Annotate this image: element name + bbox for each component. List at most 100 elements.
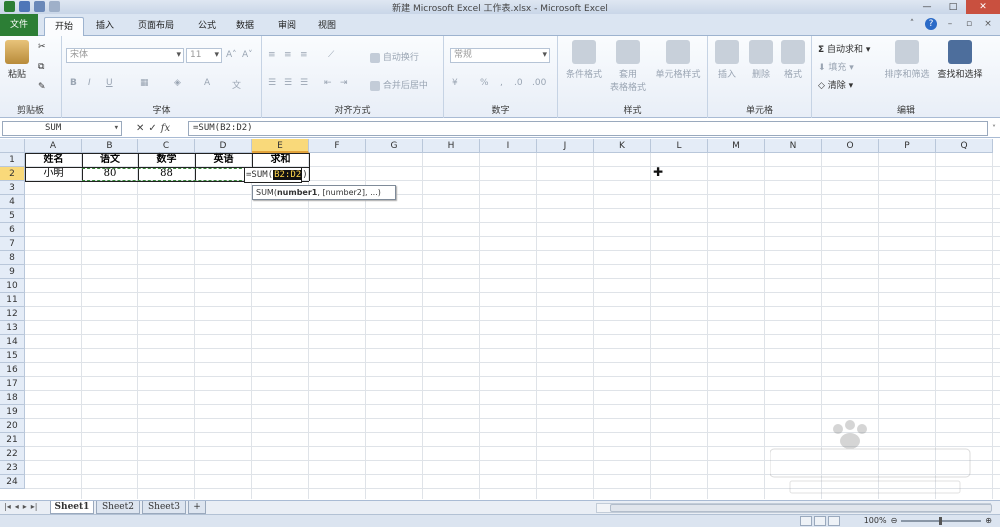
increase-indent-icon[interactable]: ⇥	[340, 78, 348, 88]
row-header-7[interactable]: 7	[0, 237, 25, 251]
row-header-21[interactable]: 21	[0, 433, 25, 447]
column-header-H[interactable]: H	[423, 139, 480, 153]
cell-B1[interactable]: 语文	[82, 153, 138, 167]
zoom-slider[interactable]	[901, 516, 982, 525]
insert-function-button[interactable]: fx	[161, 123, 170, 134]
fill-color-icon[interactable]: ◈	[174, 78, 181, 88]
shrink-font-icon[interactable]: A˅	[242, 50, 253, 60]
format-cells-button[interactable]: 格式	[778, 40, 808, 80]
close-button[interactable]: ✕	[966, 0, 1000, 14]
tab-page-layout[interactable]: 页面布局	[130, 17, 182, 36]
row-header-17[interactable]: 17	[0, 377, 25, 391]
cell-E1[interactable]: 求和	[252, 153, 309, 167]
page-break-view-button[interactable]	[828, 516, 840, 526]
row-header-9[interactable]: 9	[0, 265, 25, 279]
normal-view-button[interactable]	[800, 516, 812, 526]
wrap-text-button[interactable]: 自动换行	[370, 50, 419, 63]
next-sheet-icon[interactable]: ▸	[23, 502, 27, 511]
grow-font-icon[interactable]: A˄	[226, 50, 237, 60]
autosum-button[interactable]: Σ 自动求和 ▾	[818, 42, 870, 55]
border-icon[interactable]: ▦	[140, 78, 149, 88]
copy-icon[interactable]: ⧉	[38, 62, 44, 72]
enter-formula-icon[interactable]: ✓	[148, 123, 156, 134]
row-header-14[interactable]: 14	[0, 335, 25, 349]
first-sheet-icon[interactable]: |◂	[4, 502, 11, 511]
row-header-12[interactable]: 12	[0, 307, 25, 321]
horizontal-scroll-thumb[interactable]	[610, 504, 992, 512]
zoom-level[interactable]: 100%	[864, 516, 887, 525]
cell-C2[interactable]: 88	[138, 167, 195, 181]
italic-icon[interactable]: I	[88, 78, 91, 88]
row-header-15[interactable]: 15	[0, 349, 25, 363]
column-header-N[interactable]: N	[765, 139, 822, 153]
help-icon[interactable]: ?	[925, 18, 937, 30]
zoom-in-icon[interactable]: ⊕	[985, 516, 992, 525]
function-tooltip[interactable]: SUM(number1, [number2], ...)	[252, 185, 396, 200]
tab-home[interactable]: 开始	[44, 17, 84, 36]
row-header-11[interactable]: 11	[0, 293, 25, 307]
tab-formulas[interactable]: 公式	[190, 17, 224, 36]
cell-A2[interactable]: 小明	[25, 167, 82, 181]
cut-icon[interactable]: ✂	[38, 42, 46, 52]
insert-cells-button[interactable]: 插入	[712, 40, 742, 80]
ribbon-minimize-icon[interactable]: ˄	[906, 18, 918, 30]
column-header-B[interactable]: B	[82, 139, 138, 153]
tab-data[interactable]: 数据	[228, 17, 262, 36]
expand-formula-icon[interactable]: ˅	[989, 121, 999, 136]
page-layout-view-button[interactable]	[814, 516, 826, 526]
row-header-8[interactable]: 8	[0, 251, 25, 265]
maximize-button[interactable]: □	[940, 0, 966, 14]
column-header-O[interactable]: O	[822, 139, 879, 153]
merge-center-button[interactable]: 合并后居中	[370, 78, 428, 91]
find-select-button[interactable]: 查找和选择	[934, 40, 986, 80]
align-left-icon[interactable]: ☰	[268, 78, 276, 88]
orientation-icon[interactable]: ⟋	[328, 50, 334, 60]
column-header-J[interactable]: J	[537, 139, 594, 153]
sheet-tab-3[interactable]: Sheet3	[142, 501, 186, 514]
formula-input[interactable]: =SUM(B2:D2)	[188, 121, 988, 136]
clear-button[interactable]: ◇ 清除 ▾	[818, 78, 853, 91]
sheet-tab-2[interactable]: Sheet2	[96, 501, 140, 514]
sheet-tab-1[interactable]: Sheet1	[50, 501, 94, 514]
cell-styles-button[interactable]: 单元格样式	[652, 40, 704, 80]
format-painter-icon[interactable]: ✎	[38, 82, 46, 92]
decrease-indent-icon[interactable]: ⇤	[324, 78, 332, 88]
row-header-22[interactable]: 22	[0, 447, 25, 461]
row-header-19[interactable]: 19	[0, 405, 25, 419]
row-header-24[interactable]: 24	[0, 475, 25, 489]
underline-icon[interactable]: U	[106, 78, 113, 88]
column-header-C[interactable]: C	[138, 139, 195, 153]
tab-view[interactable]: 视图	[310, 17, 344, 36]
column-header-E[interactable]: E	[252, 139, 309, 153]
row-header-23[interactable]: 23	[0, 461, 25, 475]
paste-button[interactable]: 粘贴	[4, 40, 30, 80]
column-header-M[interactable]: M	[708, 139, 765, 153]
tab-insert[interactable]: 插入	[88, 17, 122, 36]
column-header-D[interactable]: D	[195, 139, 252, 153]
decrease-decimal-icon[interactable]: .00	[532, 78, 546, 88]
align-middle-icon[interactable]: ≡	[284, 50, 292, 60]
cancel-formula-icon[interactable]: ✕	[136, 123, 144, 134]
row-header-20[interactable]: 20	[0, 419, 25, 433]
bold-icon[interactable]: B	[70, 78, 77, 88]
column-header-K[interactable]: K	[594, 139, 651, 153]
align-top-icon[interactable]: ≡	[268, 50, 276, 60]
align-center-icon[interactable]: ☰	[284, 78, 292, 88]
cell-B2[interactable]: 80	[82, 167, 138, 181]
workbook-restore-button[interactable]: ▫	[963, 18, 975, 30]
workbook-minimize-button[interactable]: –	[944, 18, 956, 30]
name-box[interactable]: SUM	[2, 121, 122, 136]
select-all-corner[interactable]	[0, 139, 25, 153]
prev-sheet-icon[interactable]: ◂	[15, 502, 19, 511]
conditional-format-button[interactable]: 条件格式	[562, 40, 606, 80]
increase-decimal-icon[interactable]: .0	[514, 78, 523, 88]
row-header-6[interactable]: 6	[0, 223, 25, 237]
align-bottom-icon[interactable]: ≡	[300, 50, 308, 60]
column-header-P[interactable]: P	[879, 139, 936, 153]
minimize-button[interactable]: —	[914, 0, 940, 14]
cell-D1[interactable]: 英语	[195, 153, 252, 167]
row-header-18[interactable]: 18	[0, 391, 25, 405]
row-header-5[interactable]: 5	[0, 209, 25, 223]
last-sheet-icon[interactable]: ▸|	[31, 502, 38, 511]
percent-icon[interactable]: %	[480, 78, 489, 88]
